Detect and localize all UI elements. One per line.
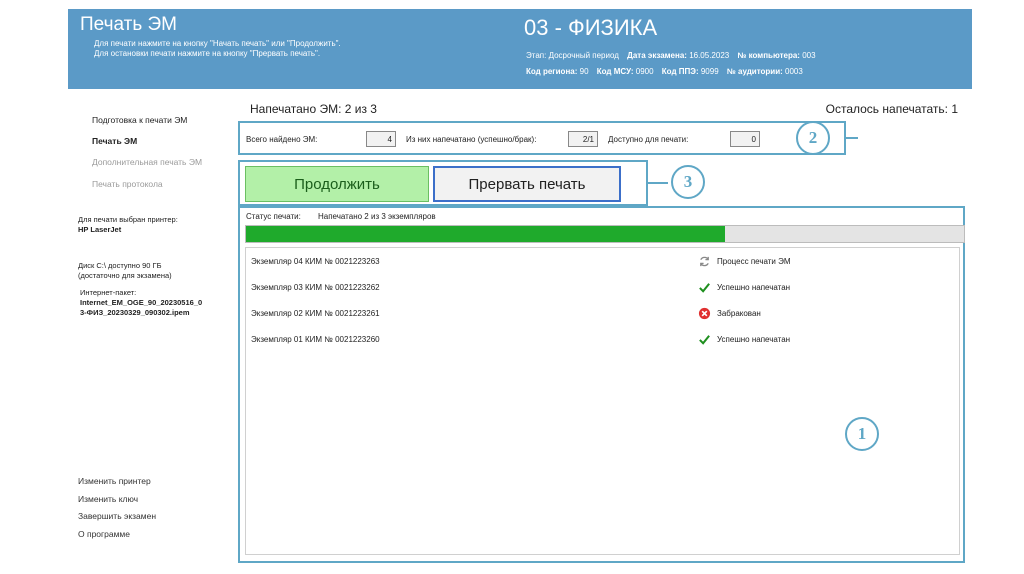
computer-value: 003 — [802, 51, 816, 60]
sidebar-step-print[interactable]: Печать ЭМ — [92, 136, 137, 146]
print-status-panel: Статус печати: Напечатано 2 из 3 экземпл… — [238, 206, 965, 563]
region-label: Код региона: — [526, 67, 578, 76]
copy-status: Успешно напечатан — [717, 283, 791, 292]
printed-count-value: 2/1 — [568, 131, 598, 147]
sidebar-step-prepare[interactable]: Подготовка к печати ЭМ — [92, 115, 187, 125]
list-item[interactable]: Экземпляр 03 КИМ № 0021223262 Успешно на… — [246, 274, 959, 300]
printed-summary: Напечатано ЭМ: 2 из 3 — [250, 102, 377, 116]
msu-value: 0900 — [635, 67, 654, 76]
status-label: Статус печати: — [246, 212, 301, 221]
about-link[interactable]: О программе — [78, 529, 130, 539]
copy-name: Экземпляр 04 КИМ № 0021223263 — [251, 257, 380, 266]
sidebar: Подготовка к печати ЭМ Печать ЭМ Дополни… — [68, 89, 228, 565]
disk-space: Диск C:\ доступно 90 ГБ — [78, 261, 162, 270]
region-value: 90 — [579, 67, 589, 76]
exam-meta-row-1: Этап: Досрочный период Дата экзамена: 16… — [526, 51, 816, 60]
change-printer-link[interactable]: Изменить принтер — [78, 476, 151, 486]
copy-status: Процесс печати ЭМ — [717, 257, 791, 266]
stage-label: Этап: — [526, 51, 547, 60]
computer-label: № компьютера: — [737, 51, 800, 60]
list-item[interactable]: Экземпляр 02 КИМ № 0021223261 Забракован — [246, 300, 959, 326]
copy-name: Экземпляр 01 КИМ № 0021223260 — [251, 335, 380, 344]
list-item[interactable]: Экземпляр 04 КИМ № 0021223263 Процесс пе… — [246, 248, 959, 274]
remaining-summary: Осталось напечатать: 1 — [825, 102, 958, 116]
status-value: Напечатано 2 из 3 экземпляров — [318, 212, 436, 221]
found-value: 4 — [366, 131, 396, 147]
page-title: Печать ЭМ — [80, 14, 178, 35]
counters-panel: Всего найдено ЭМ: 4 Из них напечатано (у… — [238, 121, 846, 155]
copy-name: Экземпляр 03 КИМ № 0021223262 — [251, 283, 380, 292]
msu-label: Код МСУ: — [596, 67, 634, 76]
package-info: Интернет-пакет: Internet_EM_OGE_90_20230… — [80, 288, 202, 318]
hint-stop: Для остановки печати нажмите на кнопку "… — [94, 49, 321, 58]
package-label: Интернет-пакет: — [80, 288, 137, 297]
print-progress-bar — [245, 225, 965, 243]
continue-button[interactable]: Продолжить — [245, 166, 429, 202]
package-name-2: 3-ФИЗ_20230329_090302.ipem — [80, 308, 190, 317]
printer-name: HP LaserJet — [78, 225, 122, 234]
check-icon — [699, 283, 710, 293]
sidebar-step-additional-print: Дополнительная печать ЭМ — [92, 157, 203, 167]
error-icon — [698, 307, 711, 320]
app-window: Печать ЭМ Для печати нажмите на кнопку "… — [68, 9, 972, 565]
callout-3: 3 — [671, 165, 705, 199]
printer-label: Для печати выбран принтер: — [78, 215, 178, 224]
exam-meta-row-2: Код региона: 90 Код МСУ: 0900 Код ППЭ: 9… — [526, 67, 803, 76]
abort-print-button[interactable]: Прервать печать — [433, 166, 621, 202]
ppe-value: 9099 — [700, 67, 719, 76]
callout-1: 1 — [845, 417, 879, 451]
copies-list: Экземпляр 04 КИМ № 0021223263 Процесс пе… — [245, 247, 960, 555]
callout-2: 2 — [796, 121, 830, 155]
refresh-icon — [700, 256, 709, 267]
callout-3-line — [648, 182, 668, 184]
sidebar-step-print-protocol: Печать протокола — [92, 179, 163, 189]
finish-exam-link[interactable]: Завершить экзамен — [78, 511, 156, 521]
copy-status: Забракован — [717, 309, 761, 318]
auditorium-label: № аудитории: — [726, 67, 783, 76]
available-label: Доступно для печати: — [608, 135, 689, 144]
header: Печать ЭМ Для печати нажмите на кнопку "… — [68, 9, 972, 89]
found-label: Всего найдено ЭМ: — [246, 135, 318, 144]
change-key-link[interactable]: Изменить ключ — [78, 494, 138, 504]
copy-name: Экземпляр 02 КИМ № 0021223261 — [251, 309, 380, 318]
ppe-label: Код ППЭ: — [661, 67, 699, 76]
printer-info: Для печати выбран принтер: HP LaserJet — [78, 215, 178, 235]
hint-start: Для печати нажмите на кнопку "Начать печ… — [94, 39, 341, 48]
subject-title: 03 - ФИЗИКА — [524, 15, 658, 40]
disk-status: (достаточно для экзамена) — [78, 271, 172, 280]
disk-info: Диск C:\ доступно 90 ГБ (достаточно для … — [78, 261, 172, 281]
callout-2-line — [846, 137, 858, 139]
list-item[interactable]: Экземпляр 01 КИМ № 0021223260 Успешно на… — [246, 326, 959, 352]
copy-status: Успешно напечатан — [717, 335, 791, 344]
stage-value: Досрочный период — [548, 51, 619, 60]
printed-count-label: Из них напечатано (успешно/брак): — [406, 135, 537, 144]
exam-date-value: 16.05.2023 — [689, 51, 730, 60]
action-buttons-panel: Продолжить Прервать печать — [238, 160, 648, 206]
exam-date-label: Дата экзамена: — [627, 51, 687, 60]
print-progress-fill — [246, 226, 725, 242]
auditorium-value: 0003 — [785, 67, 803, 76]
check-icon — [699, 335, 710, 345]
package-name-1: Internet_EM_OGE_90_20230516_0 — [80, 298, 203, 307]
available-value: 0 — [730, 131, 760, 147]
